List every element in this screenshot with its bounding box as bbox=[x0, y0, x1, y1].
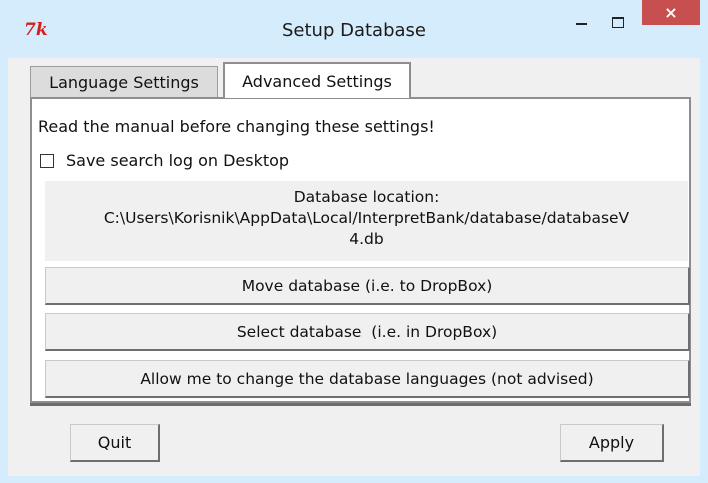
tab-advanced-settings[interactable]: Advanced Settings bbox=[223, 62, 411, 98]
tab-language-settings[interactable]: Language Settings bbox=[30, 66, 218, 97]
advanced-settings-panel: Read the manual before changing these se… bbox=[30, 97, 691, 403]
panel-shadow bbox=[30, 403, 691, 406]
window-client-area: Language Settings Advanced Settings Read… bbox=[8, 58, 700, 476]
window-title: Setup Database bbox=[282, 20, 426, 41]
apply-button[interactable]: Apply bbox=[560, 424, 664, 462]
title-bar[interactable]: 7k Setup Database × bbox=[0, 0, 708, 58]
maximize-icon bbox=[612, 16, 624, 28]
move-database-button[interactable]: Move database (i.e. to DropBox) bbox=[45, 267, 690, 305]
quit-button[interactable]: Quit bbox=[70, 424, 160, 462]
database-location-path-end: 4.db bbox=[349, 230, 384, 248]
save-log-option[interactable]: Save search log on Desktop bbox=[40, 151, 289, 170]
maximize-button[interactable] bbox=[605, 9, 631, 35]
select-database-button[interactable]: Select database (i.e. in DropBox) bbox=[45, 313, 690, 351]
warning-text: Read the manual before changing these se… bbox=[38, 117, 435, 136]
save-log-label[interactable]: Save search log on Desktop bbox=[66, 151, 289, 170]
setup-database-window: 7k Setup Database × Language Settings Ad… bbox=[0, 0, 708, 483]
database-location-path: C:\Users\Korisnik\AppData\Local/Interpre… bbox=[103, 209, 630, 227]
save-log-checkbox[interactable] bbox=[40, 153, 54, 168]
minimize-button[interactable] bbox=[568, 9, 594, 35]
database-location-heading: Database location: bbox=[293, 188, 440, 206]
minimize-icon bbox=[575, 23, 587, 25]
close-button[interactable]: × bbox=[642, 0, 700, 25]
close-icon: × bbox=[664, 3, 678, 22]
database-location-info: Database location: C:\Users\Korisnik\App… bbox=[45, 181, 688, 261]
allow-change-languages-button[interactable]: Allow me to change the database language… bbox=[45, 360, 690, 398]
